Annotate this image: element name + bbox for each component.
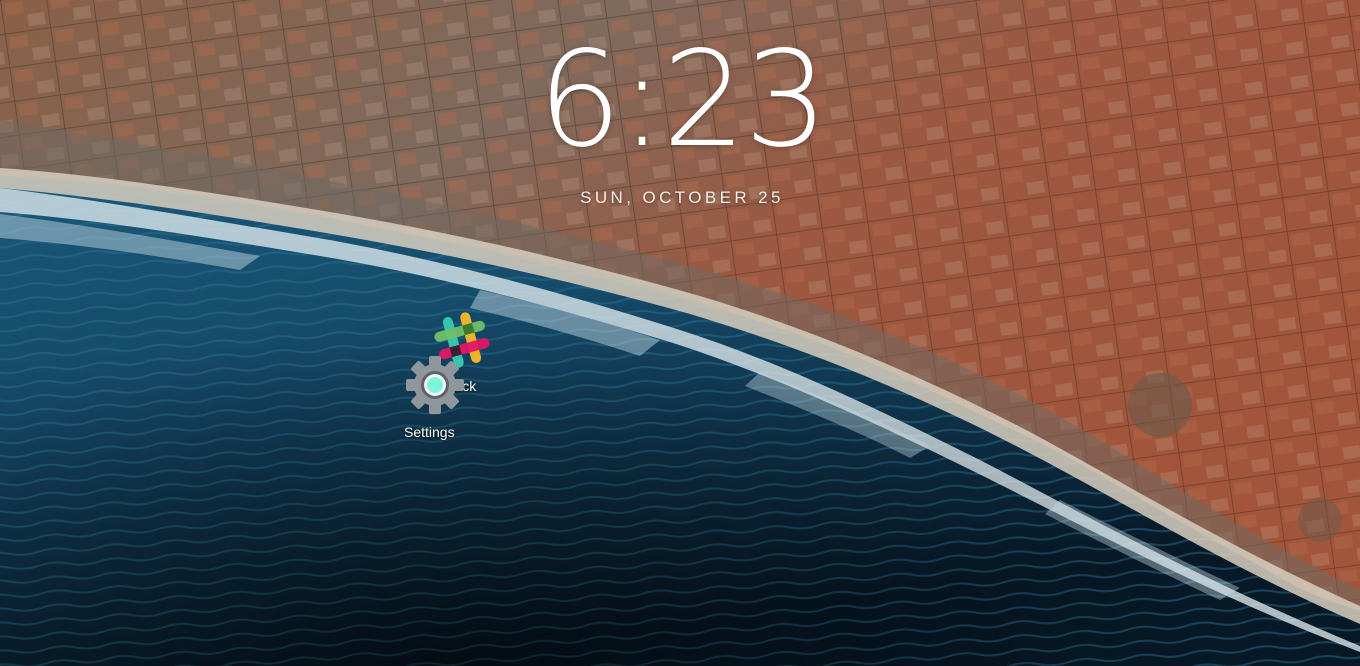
settings-label: Settings <box>404 424 455 440</box>
desktop: 6:23 SUN, OCTOBER 25 Slack <box>0 0 1360 666</box>
lockscreen-date: SUN, OCTOBER 25 <box>580 188 784 207</box>
lockscreen-clock: 6:23 <box>537 23 828 177</box>
gear-icon <box>406 356 464 414</box>
settings-app-icon[interactable]: Settings <box>396 354 476 446</box>
